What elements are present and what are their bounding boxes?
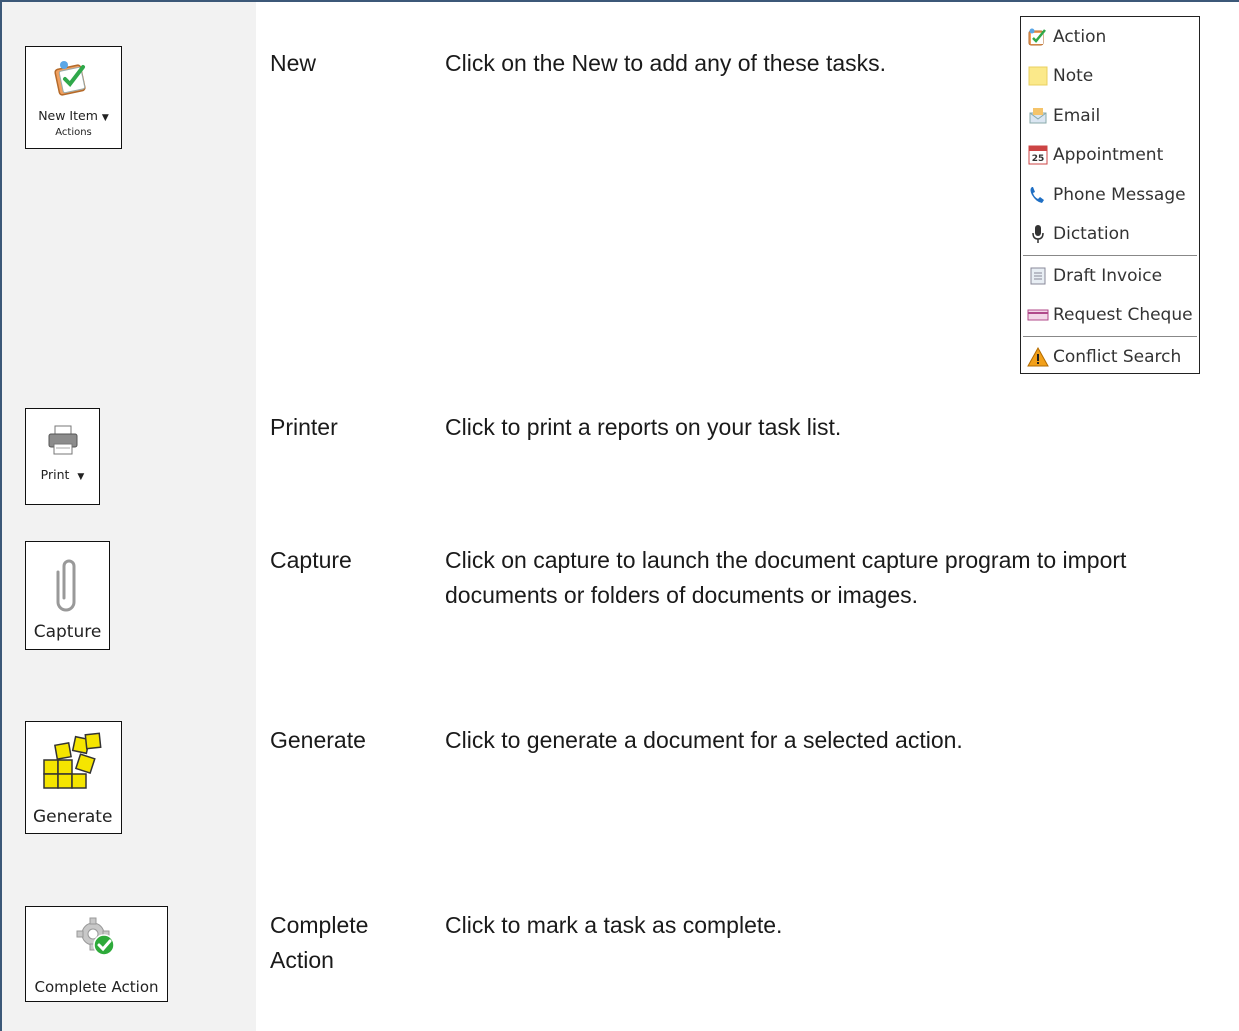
checklist-icon: [54, 61, 86, 96]
note-icon: [1027, 65, 1049, 87]
printer-icon: [48, 425, 78, 455]
chevron-down-icon: ▼: [77, 472, 85, 482]
phone-icon: [1027, 184, 1049, 206]
capture-label: Capture: [33, 622, 102, 642]
menu-item-email[interactable]: Email: [1021, 96, 1199, 136]
row-label-generate: Generate: [270, 727, 366, 753]
print-label: Print ▼: [40, 467, 85, 482]
row-label-complete-action: Complete Action: [270, 912, 369, 973]
generate-button[interactable]: Generate: [25, 721, 122, 834]
new-item-sublabel: Actions: [55, 127, 92, 138]
row-label-new: New: [270, 50, 317, 76]
warning-icon: [1027, 346, 1049, 368]
paperclip-icon: [56, 559, 76, 612]
icon-column: [2, 2, 256, 1031]
menu-item-conflict-search[interactable]: Conflict Search: [1021, 337, 1199, 377]
frame-top-border: [0, 0, 1239, 2]
new-item-label: New Item ▼: [38, 108, 109, 123]
email-icon: [1027, 105, 1049, 127]
menu-item-dictation[interactable]: Dictation: [1021, 215, 1199, 255]
row-desc-printer: Click to print a reports on your task li…: [445, 414, 842, 440]
svg-text:25: 25: [1032, 154, 1045, 164]
puzzle-blocks-icon: [43, 732, 102, 789]
row-label-printer: Printer: [270, 414, 338, 440]
row-desc-generate: Click to generate a document for a selec…: [445, 727, 963, 753]
action-icon: [1027, 26, 1049, 48]
calendar-icon: 25: [1027, 144, 1049, 166]
help-page: New Item ▼ Actions New Click on the New …: [0, 0, 1239, 1031]
gear-check-icon: [76, 917, 115, 956]
row-label-capture: Capture: [270, 547, 352, 573]
cheque-icon: [1027, 304, 1049, 326]
menu-item-draft-invoice[interactable]: Draft Invoice: [1021, 256, 1199, 296]
frame-left-border: [0, 0, 2, 1031]
complete-action-button[interactable]: Complete Action: [25, 906, 168, 1002]
new-item-button[interactable]: New Item ▼ Actions: [25, 46, 122, 149]
row-desc-capture: Click on capture to launch the document …: [445, 547, 1127, 608]
print-button[interactable]: Print ▼: [25, 408, 100, 505]
complete-action-label: Complete Action: [34, 978, 159, 996]
menu-item-action[interactable]: Action: [1021, 17, 1199, 57]
invoice-icon: [1027, 265, 1049, 287]
menu-item-note[interactable]: Note: [1021, 57, 1199, 97]
capture-button[interactable]: Capture: [25, 541, 110, 650]
menu-item-phone-message[interactable]: Phone Message: [1021, 175, 1199, 215]
row-desc-complete-action: Click to mark a task as complete.: [445, 912, 783, 938]
chevron-down-icon: ▼: [101, 113, 109, 123]
menu-item-request-cheque[interactable]: Request Cheque: [1021, 296, 1199, 336]
new-item-menu: Action Note Email 25 Appointment Phone M…: [1020, 16, 1200, 374]
menu-item-appointment[interactable]: 25 Appointment: [1021, 136, 1199, 176]
microphone-icon: [1027, 223, 1049, 245]
generate-label: Generate: [33, 807, 113, 827]
